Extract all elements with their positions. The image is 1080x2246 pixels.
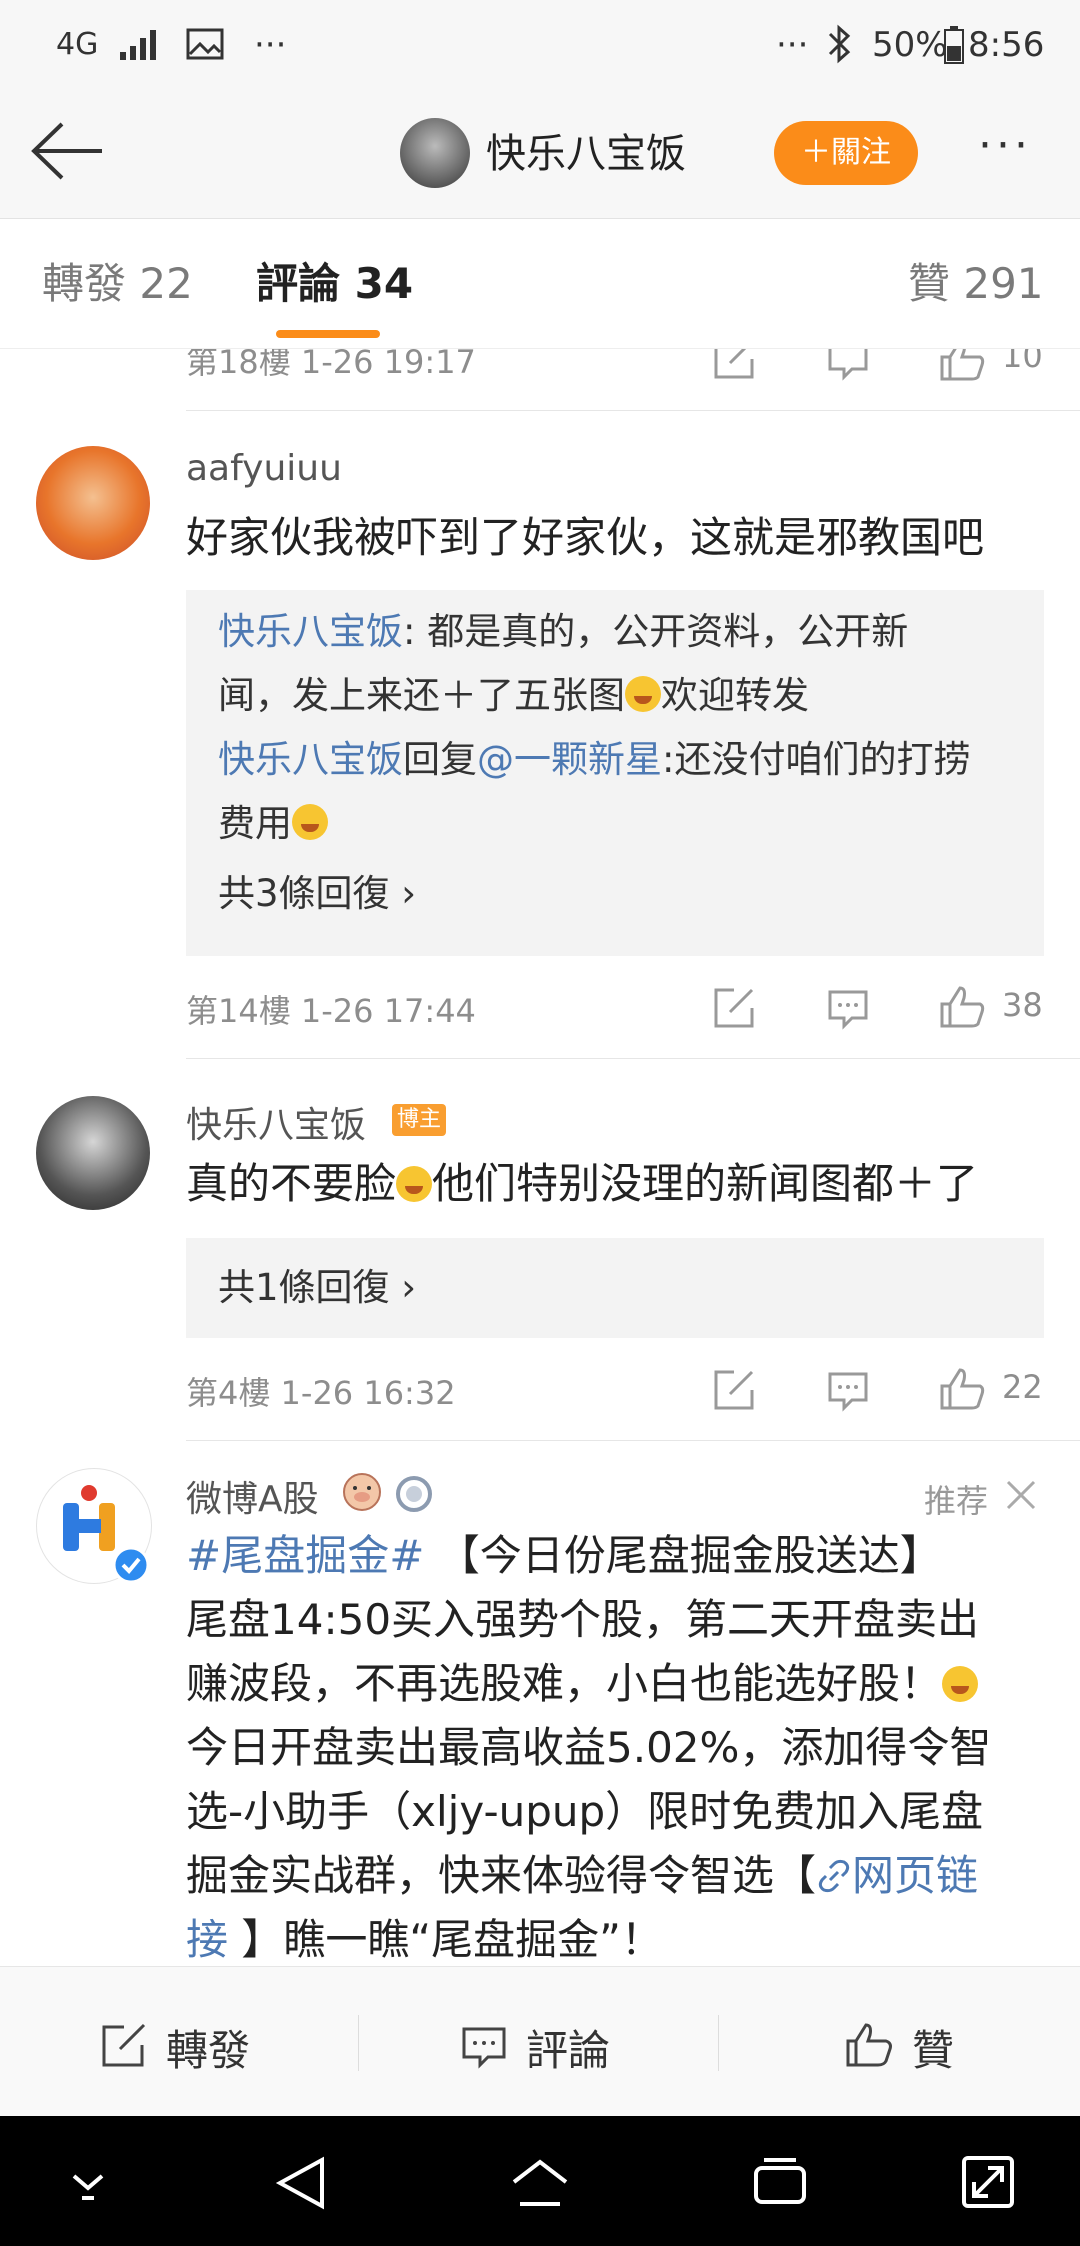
divider — [718, 2015, 719, 2071]
status-bar: 4G ··· ··· 50% 8:56 — [0, 0, 1080, 90]
comment-action[interactable]: 評論 — [360, 1967, 720, 2117]
hashtag-link[interactable]: #尾盘掘金# — [186, 1531, 424, 1580]
reply-item-cont: 闻，发上来还＋了五张图 欢迎转发 — [218, 674, 809, 717]
tab-active-indicator — [276, 330, 380, 338]
page-title: 快乐八宝饭 — [486, 131, 686, 177]
hide-keyboard-icon[interactable] — [68, 2166, 108, 2202]
user-avatar[interactable] — [36, 446, 150, 560]
back-nav-icon[interactable] — [274, 2156, 328, 2210]
home-nav-icon[interactable] — [510, 2156, 570, 2210]
web-link[interactable]: 网页链 — [816, 1851, 978, 1900]
divider — [186, 1058, 1080, 1059]
divider — [358, 2015, 359, 2071]
comment-icon[interactable] — [826, 1368, 870, 1412]
back-arrow-icon[interactable] — [28, 118, 106, 184]
comment-username[interactable]: aafyuiuu — [186, 448, 342, 489]
repost-icon[interactable] — [712, 986, 756, 1030]
piggy-badge-icon — [343, 1473, 381, 1511]
user-avatar[interactable] — [36, 1096, 150, 1210]
rotate-screen-icon[interactable] — [960, 2154, 1016, 2210]
repost-icon[interactable] — [712, 349, 756, 381]
crying-laugh-emoji-icon — [396, 1166, 433, 1202]
divider — [186, 1440, 1080, 1441]
divider — [186, 410, 1080, 411]
like-count: 22 — [1002, 1368, 1043, 1406]
web-link-cont[interactable]: 接 — [186, 1915, 228, 1964]
reply-item-cont: 费用 — [218, 792, 328, 856]
bottom-action-bar: 轉發 評論 贊 — [0, 1966, 1080, 2117]
link-icon — [818, 1859, 850, 1893]
reply-box: 共1條回復 › — [186, 1238, 1044, 1338]
like-icon — [846, 2023, 892, 2067]
repost-icon[interactable] — [712, 1368, 756, 1412]
comment-username[interactable]: 微博A股 — [186, 1470, 319, 1522]
sad-emoji-icon — [625, 676, 661, 712]
notification-more: ··· — [254, 25, 287, 65]
reply-author[interactable]: 快乐八宝饭 — [218, 738, 403, 781]
close-icon[interactable] — [1004, 1478, 1038, 1512]
verified-badge-icon — [112, 1546, 150, 1584]
medal-badge-icon — [396, 1476, 432, 1512]
comment-icon — [462, 2027, 506, 2069]
like-icon[interactable] — [938, 349, 986, 381]
comment-text: 真的不要脸 他们特别没理的新闻图都＋了 — [186, 1159, 979, 1208]
like-count: 10 — [1002, 349, 1043, 375]
like-icon[interactable] — [938, 984, 986, 1030]
comment-icon[interactable] — [826, 986, 870, 1030]
comment-icon[interactable] — [826, 349, 870, 381]
like-count: 38 — [1002, 986, 1043, 1024]
comment-username[interactable]: 快乐八宝饭 — [186, 1096, 366, 1148]
battery-icon — [944, 26, 964, 64]
follow-button[interactable]: ＋關注 — [774, 121, 918, 185]
signal-icon — [120, 30, 156, 60]
scream-emoji-icon — [942, 1666, 979, 1702]
floor-time: 第18樓 1-26 19:17 — [186, 349, 476, 381]
comment-text: 好家伙我被吓到了好家伙，这就是邪教国吧 — [186, 513, 985, 562]
like-icon[interactable] — [938, 1366, 986, 1412]
status-more: ··· — [776, 25, 809, 65]
recent-apps-icon[interactable] — [752, 2156, 808, 2210]
recommend-label: 推荐 — [924, 1482, 989, 1520]
reply-author[interactable]: 快乐八宝饭 — [218, 610, 403, 653]
repost-action[interactable]: 轉發 — [0, 1967, 360, 2117]
reply-item: 快乐八宝饭: 都是真的，公开资料，公开新 — [218, 610, 909, 653]
view-replies-link[interactable]: 共3條回復 › — [218, 862, 416, 926]
image-icon — [186, 28, 224, 60]
reply-box: 快乐八宝饭: 都是真的，公开资料，公开新 闻，发上来还＋了五张图 欢迎转发 快乐八… — [186, 590, 1044, 956]
tab-likes[interactable]: 贊 291 — [908, 219, 1044, 349]
system-nav-bar — [0, 2116, 1080, 2246]
reply-mention[interactable]: @一颗新星 — [477, 738, 662, 781]
more-options-button[interactable]: ··· — [978, 120, 1032, 171]
view-replies-link[interactable]: 共1條回復 › — [218, 1256, 416, 1320]
like-action[interactable]: 贊 — [720, 1967, 1080, 2117]
comment-floor-18: 第18樓 1-26 19:17 10 — [0, 349, 1080, 409]
floor-time: 第4樓 1-26 16:32 — [186, 1374, 456, 1412]
author-badge: 博主 — [392, 1104, 446, 1136]
bluetooth-icon — [828, 24, 851, 64]
tab-reposts[interactable]: 轉發 22 — [42, 219, 193, 349]
clock: 8:56 — [968, 25, 1045, 65]
promoted-comment-text: #尾盘掘金# 【今日份尾盘掘金股送达】 尾盘14:50买入强势个股，第二天开盘卖… — [186, 1531, 992, 1964]
battery-percent: 50% — [872, 25, 948, 65]
repost-icon — [102, 2023, 146, 2067]
floor-time: 第14樓 1-26 17:44 — [186, 992, 476, 1030]
author-avatar[interactable] — [400, 118, 470, 188]
network-indicator: 4G — [56, 27, 99, 62]
dizzy-emoji-icon — [292, 804, 328, 840]
reply-item: 快乐八宝饭回复@一颗新星:还没付咱们的打捞 — [218, 738, 971, 781]
